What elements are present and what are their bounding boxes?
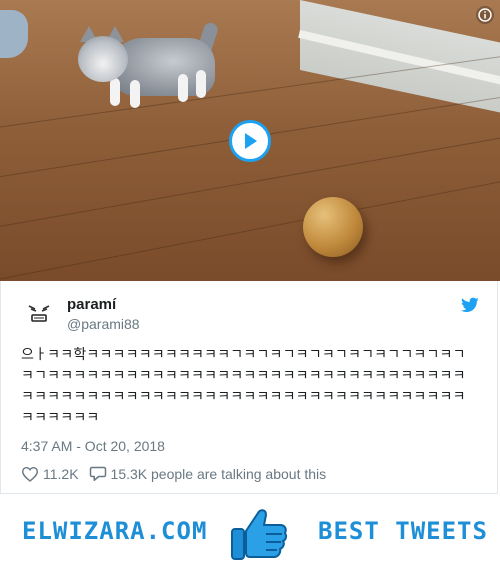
tweet-video[interactable]: [0, 0, 500, 281]
tweet-card: paramí @parami88 으ㅏㅋㅋ학ㅋㅋㅋㅋㅋㅋㅋㅋㅋㅋㅋㄱㅋㄱㅋㄱㅋㄱ…: [0, 281, 498, 494]
cat-leg: [110, 78, 120, 106]
footer-banner: ELWIZARA.COM BEST TWEETS: [0, 495, 500, 569]
thumbs-up-icon: [231, 509, 288, 560]
play-button[interactable]: [229, 120, 271, 162]
twitter-bird-icon[interactable]: [461, 297, 479, 313]
cat-head: [78, 36, 128, 82]
tweet-text: 으ㅏㅋㅋ학ㅋㅋㅋㅋㅋㅋㅋㅋㅋㅋㅋㄱㅋㄱㅋㄱㅋㄱㅋㄱㅋㄱㅋㄱㄱㅋㄱㅋㄱㅋㄱㅋㅋㅋㅋ…: [21, 347, 466, 426]
play-icon: [245, 133, 257, 149]
tweet-actions: 11.2K 15.3K people are talking about thi…: [21, 465, 336, 482]
banner-tagline: BEST TWEETS: [318, 517, 488, 545]
heart-icon: [21, 466, 39, 482]
cat-leg: [196, 70, 206, 98]
floor-plank-line: [0, 170, 500, 281]
info-button[interactable]: [476, 6, 494, 24]
comment-bubble-icon: [89, 466, 106, 481]
rug: [0, 10, 28, 58]
conversation-button[interactable]: 15.3K people are talking about this: [89, 465, 327, 482]
display-name[interactable]: paramí: [67, 296, 116, 313]
avatar-face-icon: [28, 305, 50, 322]
info-icon: [478, 8, 492, 22]
tweet-timestamp[interactable]: 4:37 AM - Oct 20, 2018: [21, 438, 165, 454]
cat-leg: [178, 74, 188, 102]
site-name: ELWIZARA.COM: [22, 517, 208, 545]
avatar[interactable]: [21, 295, 57, 331]
user-handle[interactable]: @parami88: [67, 316, 140, 332]
like-button[interactable]: 11.2K: [21, 466, 79, 482]
talking-count: 15.3K people are talking about this: [110, 465, 327, 482]
cat-leg: [130, 80, 140, 108]
ball: [303, 197, 363, 257]
like-count: 11.2K: [43, 465, 79, 482]
